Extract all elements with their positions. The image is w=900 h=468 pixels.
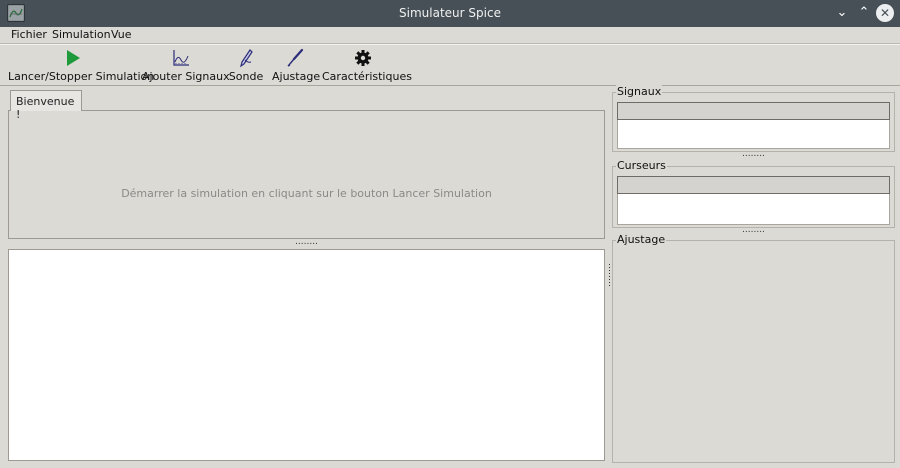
window-titlebar: Simulateur Spice ⌄ ⌃ ✕	[0, 0, 900, 27]
signals-group: Signaux	[612, 85, 895, 152]
cursors-group: Curseurs	[612, 159, 895, 228]
add-signals-button[interactable]: Ajouter Signaux	[142, 48, 230, 83]
adjust-title: Ajustage	[616, 233, 667, 246]
window-title: Simulateur Spice	[399, 6, 501, 20]
tuning-button[interactable]: Ajustage	[272, 48, 321, 83]
menubar: Fichier Simulation Vue	[0, 27, 900, 44]
probe-label: Sonde	[228, 70, 264, 83]
tab-panel: Démarrer la simulation en cliquant sur l…	[8, 110, 605, 239]
probe-icon	[236, 48, 256, 68]
adjust-group: Ajustage	[612, 233, 895, 463]
left-splitter-handle[interactable]: ........	[8, 238, 605, 247]
signals-list-header[interactable]	[617, 102, 890, 120]
toolbar: Lancer/Stopper Simulation Ajouter Signau…	[0, 44, 900, 86]
tuning-label: Ajustage	[272, 70, 321, 83]
run-simulation-button[interactable]: Lancer/Stopper Simulation	[8, 48, 154, 83]
run-simulation-label: Lancer/Stopper Simulation	[8, 70, 155, 83]
minimize-button[interactable]: ⌄	[833, 4, 851, 22]
menu-vue[interactable]: Vue	[111, 28, 132, 41]
menu-simulation[interactable]: Simulation	[52, 28, 111, 41]
characteristics-button[interactable]: Caractéristiques	[322, 48, 412, 83]
output-area[interactable]	[8, 249, 605, 461]
cursors-list-header[interactable]	[617, 176, 890, 194]
play-icon	[63, 48, 83, 68]
menu-fichier[interactable]: Fichier	[11, 28, 47, 41]
tab-bienvenue[interactable]: Bienvenue !	[10, 90, 82, 121]
cursors-list[interactable]	[617, 194, 890, 225]
probe-button[interactable]: Sonde	[228, 48, 264, 83]
tab-area: Bienvenue ! Démarrer la simulation en cl…	[8, 90, 605, 239]
close-button[interactable]: ✕	[876, 4, 894, 22]
maximize-button[interactable]: ⌃	[855, 4, 873, 22]
welcome-message: Démarrer la simulation en cliquant sur l…	[121, 187, 492, 200]
signals-title: Signaux	[616, 85, 663, 98]
signals-list[interactable]	[617, 120, 890, 149]
characteristics-label: Caractéristiques	[322, 70, 412, 83]
cursors-title: Curseurs	[616, 159, 667, 172]
add-signals-label: Ajouter Signaux	[142, 70, 230, 83]
chart-icon	[171, 48, 191, 68]
tuning-icon	[285, 48, 305, 68]
gear-icon	[353, 48, 373, 68]
